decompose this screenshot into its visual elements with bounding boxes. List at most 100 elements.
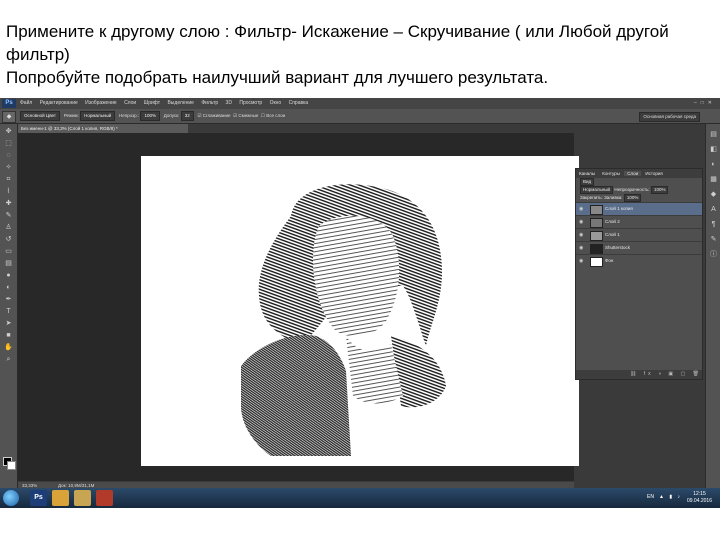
layer-name: Слой 2 [605, 219, 620, 224]
start-button-icon[interactable] [3, 490, 19, 506]
menu-view[interactable]: Просмотр [239, 100, 262, 106]
folder-taskbar-icon[interactable] [74, 490, 91, 506]
pen-tool-icon[interactable]: ✒ [4, 295, 13, 304]
menu-filter[interactable]: Фильтр [201, 100, 218, 106]
info-panel-icon[interactable]: ⓘ [709, 250, 718, 259]
visibility-eye-icon[interactable]: ◉ [579, 255, 583, 267]
mode-select[interactable]: Нормальный [80, 111, 116, 121]
swatches-panel-icon[interactable]: ▦ [709, 175, 718, 184]
tolerance-label: Допуск: [163, 113, 180, 118]
menu-edit[interactable]: Редактирование [40, 100, 78, 106]
layer-row[interactable]: ◉ Слой 1 [576, 228, 702, 241]
layers-footer-icons[interactable]: ⛓ fx ◑ ▣ ▢ 🗑 [576, 370, 702, 379]
menu-layer[interactable]: Слои [124, 100, 136, 106]
layer-thumbnail [590, 205, 603, 215]
layer-row[interactable]: ◉ Слой 2 [576, 215, 702, 228]
lock-label: Закрепить: [580, 195, 603, 200]
visibility-eye-icon[interactable]: ◉ [579, 229, 583, 241]
move-tool-icon[interactable]: ✥ [4, 127, 13, 136]
brush-tool-icon[interactable]: ✎ [4, 211, 13, 220]
background-color-swatch[interactable] [7, 461, 16, 470]
contiguous-checkbox[interactable]: Смежные [238, 113, 258, 118]
language-indicator[interactable]: EN [647, 494, 654, 500]
tab-layers[interactable]: Слои [624, 171, 642, 176]
magic-wand-icon[interactable]: ✧ [4, 163, 13, 172]
fill-source-select[interactable]: Основной Цвет [20, 111, 60, 121]
layer-kind-filter[interactable]: Вид [580, 178, 595, 186]
type-tool-icon[interactable]: T [4, 307, 13, 316]
layer-row[interactable]: ◉ Слой 1 копия [576, 202, 702, 215]
properties-panel-icon[interactable]: ◧ [709, 145, 718, 154]
panel-tabs: Каналы Контуры Слои История [576, 169, 702, 178]
layers-panel: Каналы Контуры Слои История Вид Нормальн… [575, 168, 703, 380]
tolerance-input[interactable]: 32 [180, 111, 194, 121]
menu-type[interactable]: Шрифт [144, 100, 160, 106]
instruction-line-2: Попробуйте подобрать наилучший вариант д… [6, 68, 549, 87]
character-panel-icon[interactable]: A [709, 205, 718, 214]
tab-paths[interactable]: Контуры [599, 171, 623, 176]
antialias-checkbox[interactable]: Сглаживание [203, 113, 231, 118]
visibility-eye-icon[interactable]: ◉ [579, 242, 583, 254]
layer-name: Shutterstock [605, 245, 631, 250]
shape-tool-icon[interactable]: ■ [4, 331, 13, 340]
adjustments-panel-icon[interactable]: ◐ [709, 160, 718, 169]
history-panel-icon[interactable]: ▤ [709, 130, 718, 139]
history-brush-icon[interactable]: ↺ [4, 235, 13, 244]
media-taskbar-icon[interactable] [96, 490, 113, 506]
path-select-icon[interactable]: ➤ [4, 319, 13, 328]
layer-opacity-label: Непрозрачность: [614, 187, 650, 192]
layer-row[interactable]: ◉ Shutterstock [576, 241, 702, 254]
crop-tool-icon[interactable]: ⌗ [4, 175, 13, 184]
explorer-taskbar-icon[interactable] [52, 490, 69, 506]
eyedropper-icon[interactable]: ⌇ [4, 187, 13, 196]
all-layers-checkbox[interactable]: Все слои [266, 113, 285, 118]
document-tab[interactable]: Без имени-1 @ 33,3% (Слой 1 копия, RGB/8… [18, 124, 188, 133]
taskbar-clock[interactable]: 12:15 09.04.2016 [687, 491, 712, 505]
paint-bucket-icon[interactable]: ◆ [2, 111, 16, 123]
image-canvas[interactable] [141, 156, 579, 466]
gradient-tool-icon[interactable]: ▤ [4, 259, 13, 268]
layer-thumbnail [590, 244, 603, 254]
photoshop-screenshot: Ps Файл Редактирование Изображение Слои … [0, 98, 720, 508]
jacket-left-shape [241, 335, 351, 456]
slide-instructions: Примените к другому слою : Фильтр- Искаж… [6, 20, 716, 89]
visibility-eye-icon[interactable]: ◉ [579, 216, 583, 228]
blend-mode-select[interactable]: Нормальный [580, 186, 614, 194]
clock-time: 12:15 [693, 491, 706, 497]
menu-select[interactable]: Выделение [167, 100, 194, 106]
lasso-tool-icon[interactable]: ◌ [4, 151, 13, 160]
opacity-label: Непрозр.: [118, 113, 140, 118]
menu-file[interactable]: Файл [20, 100, 32, 106]
opacity-input[interactable]: 100% [140, 111, 160, 121]
window-controls[interactable]: –□✕ [694, 100, 716, 106]
zoom-tool-icon[interactable]: ⌕ [4, 355, 13, 364]
dodge-tool-icon[interactable]: ◐ [4, 283, 13, 292]
visibility-eye-icon[interactable]: ◉ [579, 203, 583, 215]
healing-brush-icon[interactable]: ✚ [4, 199, 13, 208]
clone-stamp-icon[interactable]: ♙ [4, 223, 13, 232]
photoshop-taskbar-app[interactable]: Ps [30, 490, 47, 506]
blur-tool-icon[interactable]: ● [4, 271, 13, 280]
tab-history[interactable]: История [642, 171, 665, 176]
styles-panel-icon[interactable]: ◆ [709, 190, 718, 199]
layer-name: Слой 1 копия [605, 206, 633, 211]
layer-opacity-input[interactable]: 100% [650, 186, 669, 194]
menu-3d[interactable]: 3D [226, 100, 232, 106]
tab-channels[interactable]: Каналы [576, 171, 598, 176]
hand-tool-icon[interactable]: ✋ [4, 343, 13, 352]
fill-input[interactable]: 100% [623, 194, 642, 202]
windows-taskbar: Ps EN ▲ ▮ ♪ 12:15 09.04.2016 [0, 488, 720, 508]
photoshop-logo: Ps [2, 99, 16, 108]
menu-image[interactable]: Изображение [85, 100, 117, 106]
workspace-select[interactable]: Основная рабочая среда [639, 112, 700, 122]
brushes-panel-icon[interactable]: ✎ [709, 235, 718, 244]
marquee-tool-icon[interactable]: ⬚ [4, 139, 13, 148]
layer-thumbnail [590, 257, 603, 267]
layer-row[interactable]: ◉ Фон [576, 254, 702, 267]
system-tray-icons[interactable]: ▲ ▮ ♪ [659, 494, 682, 500]
tools-panel: ✥ ⬚ ◌ ✧ ⌗ ⌇ ✚ ✎ ♙ ↺ ▭ ▤ ● ◐ ✒ T ➤ ■ ✋ ⌕ [0, 124, 18, 488]
menu-help[interactable]: Справка [289, 100, 309, 106]
menu-window[interactable]: Окно [270, 100, 282, 106]
eraser-tool-icon[interactable]: ▭ [4, 247, 13, 256]
paragraph-panel-icon[interactable]: ¶ [709, 220, 718, 229]
